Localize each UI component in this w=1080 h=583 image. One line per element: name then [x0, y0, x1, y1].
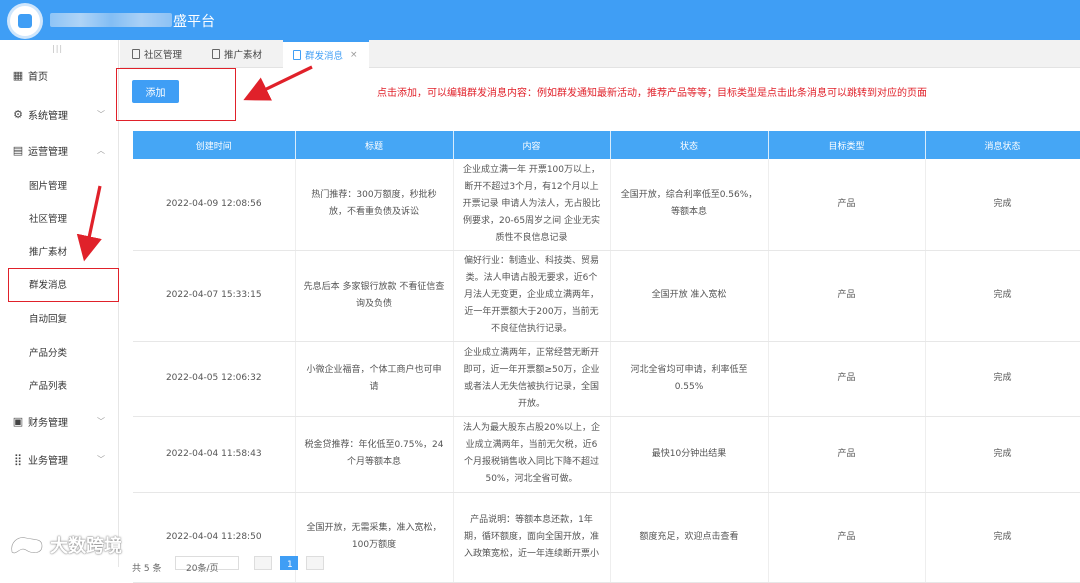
sidebar-item-label: 运营管理 — [28, 146, 68, 158]
cell-content: 偏好行业：制造业、科技类、贸易类。法人申请占股无要求，近6个月法人无变更，企业成… — [453, 250, 611, 342]
page-number-button[interactable]: 1 — [280, 556, 298, 570]
cell-msg-status: 完成 — [925, 250, 1080, 342]
chevron-down-icon: ﹀ — [97, 416, 105, 426]
sidebar-subitem-images[interactable]: 图片管理 — [0, 172, 119, 198]
table-row[interactable]: 2022-04-05 12:06:32 小微企业福音，个体工商户也可申请 企业成… — [133, 341, 1080, 417]
cell-title: 热门推荐：300万额度，秒批秒放，不看重负债及诉讼 — [295, 159, 454, 251]
tab-label: 社区管理 — [144, 50, 183, 61]
cell-content: 法人为最大股东占股20%以上，企业成立满两年，当前无欠税，近6个月报税销售收入同… — [453, 416, 611, 493]
sidebar-subitem-promo[interactable]: 推广素材 — [0, 238, 119, 264]
sidebar-item-label: 财务管理 — [28, 417, 68, 429]
table-header-row: 创建时间 标题 内容 状态 目标类型 消息状态 — [133, 131, 1080, 159]
total-count: 共 5 条 — [132, 564, 162, 574]
sidebar-item-label: 首页 — [28, 71, 48, 83]
column-header[interactable]: 状态 — [610, 131, 769, 159]
column-header[interactable]: 创建时间 — [133, 131, 296, 159]
cell-msg-status: 完成 — [925, 341, 1080, 417]
table-row[interactable]: 2022-04-04 11:28:50 全国开放，无需采集，准入宽松，100万额… — [133, 492, 1080, 583]
sidebar-subitem-product-list[interactable]: 产品列表 — [0, 372, 119, 398]
tab-mass-message[interactable]: 群发消息 × — [283, 40, 369, 68]
arrow-to-add-button — [243, 65, 313, 101]
cell-target: 产品 — [768, 250, 926, 342]
chevron-down-icon: ﹀ — [97, 454, 105, 464]
cell-title: 税金贷推荐：年化低至0.75%，24个月等额本息 — [295, 416, 454, 493]
cell-title: 小微企业福音，个体工商户也可申请 — [295, 341, 454, 417]
document-icon — [212, 49, 220, 59]
column-header[interactable]: 消息状态 — [925, 131, 1080, 159]
document-icon: ▤ — [12, 143, 24, 157]
app-logo — [10, 6, 40, 36]
cell-status: 河北全省均可申请，利率低至0.55% — [610, 341, 769, 417]
sidebar-item-business[interactable]: ⣿ 业务管理 ﹀ — [0, 446, 119, 472]
cell-created: 2022-04-04 11:58:43 — [133, 416, 296, 493]
chevron-down-icon: ﹀ — [97, 109, 105, 119]
cell-content: 企业成立满一年 开票100万以上，断开不超过3个月，有12个月以上开票记录 申请… — [453, 159, 611, 251]
sidebar-subitem-product-category[interactable]: 产品分类 — [0, 339, 119, 365]
cell-content: 产品说明：等额本息还款，1年期，循环额度，面向全国开放，准入政策宽松，近一年连续… — [453, 492, 611, 583]
cell-target: 产品 — [768, 159, 926, 251]
tab-bar: 社区管理 推广素材 群发消息 × — [120, 40, 1080, 68]
table-row[interactable]: 2022-04-07 15:33:15 先息后本 多家银行放款 不看征信查询及负… — [133, 250, 1080, 342]
close-icon[interactable]: × — [350, 50, 358, 60]
annotation-box-menu — [8, 268, 119, 302]
top-bar: 盛平台 — [0, 0, 1080, 40]
column-header[interactable]: 目标类型 — [768, 131, 926, 159]
cell-target: 产品 — [768, 492, 926, 583]
watermark: 大数跨境 — [8, 532, 122, 558]
document-icon — [293, 50, 301, 60]
cell-status: 全国开放，综合利率低至0.56%，等额本息 — [610, 159, 769, 251]
watermark-text: 大数跨境 — [50, 536, 122, 557]
sidebar-item-home[interactable]: ▦ 首页 — [0, 62, 119, 88]
cell-created: 2022-04-05 12:06:32 — [133, 341, 296, 417]
sidebar-item-operations[interactable]: ▤ 运营管理 ︿ — [0, 137, 119, 163]
tab-label: 推广素材 — [224, 50, 263, 61]
grid-icon: ▦ — [12, 68, 24, 82]
column-header[interactable]: 内容 — [453, 131, 611, 159]
sidebar-item-finance[interactable]: ▣ 财务管理 ﹀ — [0, 408, 119, 434]
column-header[interactable]: 标题 — [295, 131, 454, 159]
cell-target: 产品 — [768, 341, 926, 417]
next-page-button[interactable] — [306, 556, 324, 570]
cell-created: 2022-04-07 15:33:15 — [133, 250, 296, 342]
cell-status: 额度充足，欢迎点击查看 — [610, 492, 769, 583]
cell-target: 产品 — [768, 416, 926, 493]
cell-msg-status: 完成 — [925, 416, 1080, 493]
cell-status: 全国开放 准入宽松 — [610, 250, 769, 342]
tab-community[interactable]: 社区管理 — [132, 40, 202, 68]
document-icon — [132, 49, 140, 59]
watermark-logo-icon — [10, 536, 44, 555]
sidebar-item-label: 业务管理 — [28, 455, 68, 467]
sidebar-item-label: 系统管理 — [28, 110, 68, 122]
chevron-up-icon: ︿ — [97, 145, 105, 155]
app-title: 盛平台 — [173, 14, 215, 30]
cell-created: 2022-04-09 12:08:56 — [133, 159, 296, 251]
table-row[interactable]: 2022-04-04 11:58:43 税金贷推荐：年化低至0.75%，24个月… — [133, 416, 1080, 493]
sidebar-subitem-community[interactable]: 社区管理 — [0, 205, 119, 231]
blurred-app-name — [50, 13, 172, 27]
table-row[interactable]: 2022-04-09 12:08:56 热门推荐：300万额度，秒批秒放，不看重… — [133, 159, 1080, 251]
cell-content: 企业成立满两年，正常经营无断开即可，近一年开票额≥50万，企业或者法人无失信被执… — [453, 341, 611, 417]
sidebar-item-system[interactable]: ⚙ 系统管理 ﹀ — [0, 101, 119, 127]
cell-msg-status: 完成 — [925, 159, 1080, 251]
cell-status: 最快10分钟出结果 — [610, 416, 769, 493]
pagination: 共 5 条 20条/页 1 — [120, 556, 1080, 574]
sidebar-subitem-auto-reply[interactable]: 自动回复 — [0, 305, 119, 331]
annotation-note: 点击添加，可以编辑群发消息内容：例如群发通知最新活动，推荐产品等等；目标类型是点… — [377, 88, 927, 99]
finance-icon: ▣ — [12, 414, 24, 428]
tab-label: 群发消息 — [305, 51, 344, 62]
cell-msg-status: 完成 — [925, 492, 1080, 583]
cell-title: 先息后本 多家银行放款 不看征信查询及负债 — [295, 250, 454, 342]
tab-promo[interactable]: 推广素材 — [212, 40, 282, 68]
message-table: 创建时间 标题 内容 状态 目标类型 消息状态 2022-04-09 12:08… — [133, 131, 1080, 583]
sidebar-collapse-handle[interactable]: ||| — [52, 44, 63, 53]
prev-page-button[interactable] — [254, 556, 272, 570]
apps-icon: ⣿ — [13, 452, 23, 466]
gear-icon: ⚙ — [13, 107, 23, 121]
page-size-select[interactable]: 20条/页 — [175, 556, 239, 574]
annotation-box-add — [116, 68, 236, 121]
